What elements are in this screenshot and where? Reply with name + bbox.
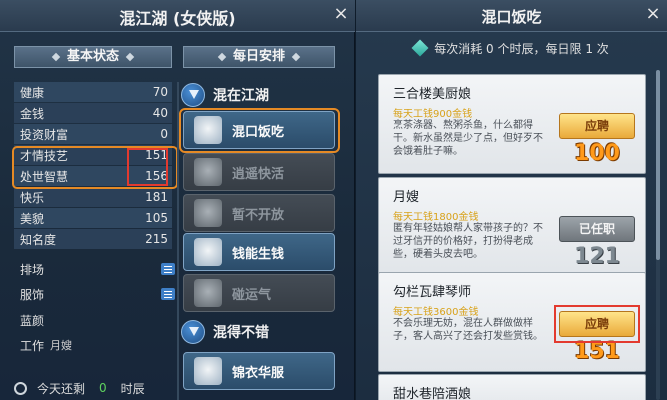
partner-row: 蓝颜 <box>20 310 175 330</box>
stat-row: 健康 70 <box>14 82 172 102</box>
stat-value: 181 <box>145 190 168 204</box>
job-cost-text: 每次消耗 0 个时辰，每日限 1 次 <box>434 42 609 56</box>
diamond-icon <box>217 52 227 61</box>
ranking-row[interactable]: 排场 <box>20 259 175 279</box>
work-value: 月嫂 <box>50 339 73 352</box>
stat-value: 215 <box>145 232 168 246</box>
diamond-icon <box>51 52 61 61</box>
category-jianghu: 混在江湖 <box>181 82 269 108</box>
job-window: 混口饭吃 × 每次消耗 0 个时辰，每日限 1 次 三合楼美厨娘 每天工钱900… <box>356 0 667 400</box>
remaining-prefix: 今天还剩 <box>37 381 86 396</box>
gem-icon <box>411 39 429 57</box>
job-wage: 每天工钱1800金钱 <box>393 212 479 223</box>
stat-value: 0 <box>160 127 168 141</box>
job-wage: 每天工钱3600金钱 <box>393 307 479 318</box>
partner-label: 蓝颜 <box>20 313 45 328</box>
btn-label: 逍遥快活 <box>232 166 285 182</box>
scrollbar-thumb[interactable] <box>656 70 660 260</box>
employed-button: 已任职 <box>559 216 635 242</box>
remaining-time: 今天还剩 0 时辰 <box>14 378 179 398</box>
stat-row: 金钱 40 <box>14 103 172 123</box>
diamond-icon <box>291 52 301 61</box>
category-badge-icon <box>181 320 205 344</box>
job-name: 三合楼美厨娘 <box>393 87 472 102</box>
daily-schedule-header: 每日安排 <box>183 46 335 68</box>
remaining-count: 0 <box>99 381 107 395</box>
main-window: 混江湖 (女侠版) × 基本状态 每日安排 健康 70 金钱 40 投资财富 0 才情… <box>0 0 355 400</box>
job-name: 甜水巷陪酒娘 <box>393 387 472 400</box>
game-screen: 混江湖 (女侠版) × 基本状态 每日安排 健康 70 金钱 40 投资财富 0 才情… <box>0 0 667 400</box>
tools-icon <box>194 199 222 227</box>
highlight-box <box>179 108 340 153</box>
teapot-icon <box>194 158 222 186</box>
btn-money-makes-money[interactable]: 钱能生钱 <box>183 233 335 271</box>
main-title: 混江湖 (女侠版) <box>119 9 236 28</box>
stat-row: 知名度 215 <box>14 229 172 249</box>
job-name: 勾栏瓦肆琴师 <box>393 285 472 300</box>
btn-not-open: 暂不开放 <box>183 194 335 232</box>
stat-row: 投资财富 0 <box>14 124 172 144</box>
daily-schedule-label: 每日安排 <box>232 49 285 64</box>
stat-value: 105 <box>145 211 168 225</box>
clothing-row[interactable]: 服饰 <box>20 284 175 304</box>
main-title-bar: 混江湖 (女侠版) × <box>0 0 355 32</box>
coins-icon <box>194 238 222 266</box>
list-icon[interactable] <box>161 263 175 275</box>
ranking-label: 排场 <box>20 262 45 277</box>
btn-fine-clothes[interactable]: 锦衣华服 <box>183 352 335 390</box>
scrollbar[interactable] <box>656 70 660 400</box>
job-description: 烹茶涤器、熬粥杀鱼，什么都得干。新水虽然是少了点，但好歹不会饿着肚子嘛。 <box>393 120 543 157</box>
category-doing-well: 混得不错 <box>181 319 269 345</box>
job-description: 匿有年轻姑娘帮人家带孩子的？不过牙信开的价格好，打扮得老成些，硬着头皮去吧。 <box>393 223 543 260</box>
btn-label: 碰运气 <box>232 287 272 303</box>
remaining-suffix: 时辰 <box>120 381 145 396</box>
stat-row: 美貌 105 <box>14 208 172 228</box>
job-wage: 每天工钱900金钱 <box>393 109 473 120</box>
close-icon[interactable]: × <box>331 4 351 24</box>
dice-icon <box>194 279 222 307</box>
category-label: 混在江湖 <box>213 88 269 104</box>
job-card: 月嫂 每天工钱1800金钱 匿有年轻姑娘帮人家带孩子的？不过牙信开的价格好，打扮… <box>378 177 646 277</box>
btn-label: 暂不开放 <box>232 207 285 223</box>
work-label: 工作 <box>20 338 45 353</box>
job-description: 不会乐理无妨，混在人群做做样子，客人高兴了还会打发些赏钱。 <box>393 318 543 342</box>
stat-value: 70 <box>152 85 168 99</box>
highlight-box <box>554 305 640 343</box>
diamond-icon <box>125 52 135 61</box>
clothing-label: 服饰 <box>20 287 45 302</box>
job-card: 三合楼美厨娘 每天工钱900金钱 烹茶涤器、熬粥杀鱼，什么都得干。新水虽然是少了… <box>378 74 646 174</box>
basic-status-label: 基本状态 <box>66 49 119 64</box>
stat-label: 健康 <box>20 85 45 100</box>
job-title: 混口饭吃 <box>481 8 542 26</box>
category-badge-icon <box>181 83 205 107</box>
work-row: 工作 月嫂 <box>20 335 175 355</box>
job-name: 月嫂 <box>393 190 420 205</box>
stat-label: 投资财富 <box>20 127 69 142</box>
stat-label: 快乐 <box>20 190 45 205</box>
job-card: 甜水巷陪酒娘 <box>378 374 646 400</box>
job-title-bar: 混口饭吃 × <box>356 0 667 32</box>
list-icon[interactable] <box>161 288 175 300</box>
requirement-value: 121 <box>574 244 620 269</box>
category-label: 混得不错 <box>213 325 269 341</box>
job-cost-note: 每次消耗 0 个时辰，每日限 1 次 <box>356 39 667 57</box>
building-icon <box>194 357 222 385</box>
btn-try-luck: 碰运气 <box>183 274 335 312</box>
btn-leisure: 逍遥快活 <box>183 153 335 191</box>
stat-row: 快乐 181 <box>14 187 172 207</box>
stat-label: 知名度 <box>20 232 57 247</box>
clock-icon <box>14 381 27 395</box>
btn-label: 锦衣华服 <box>232 365 285 381</box>
apply-button[interactable]: 应聘 <box>559 113 635 139</box>
btn-label: 钱能生钱 <box>232 246 285 262</box>
stat-label: 美貌 <box>20 211 45 226</box>
basic-status-header: 基本状态 <box>14 46 172 68</box>
close-icon[interactable]: × <box>643 4 663 24</box>
requirement-value: 100 <box>574 141 620 166</box>
stat-label: 金钱 <box>20 106 45 121</box>
stat-value: 40 <box>152 106 168 120</box>
highlight-box <box>127 148 168 186</box>
